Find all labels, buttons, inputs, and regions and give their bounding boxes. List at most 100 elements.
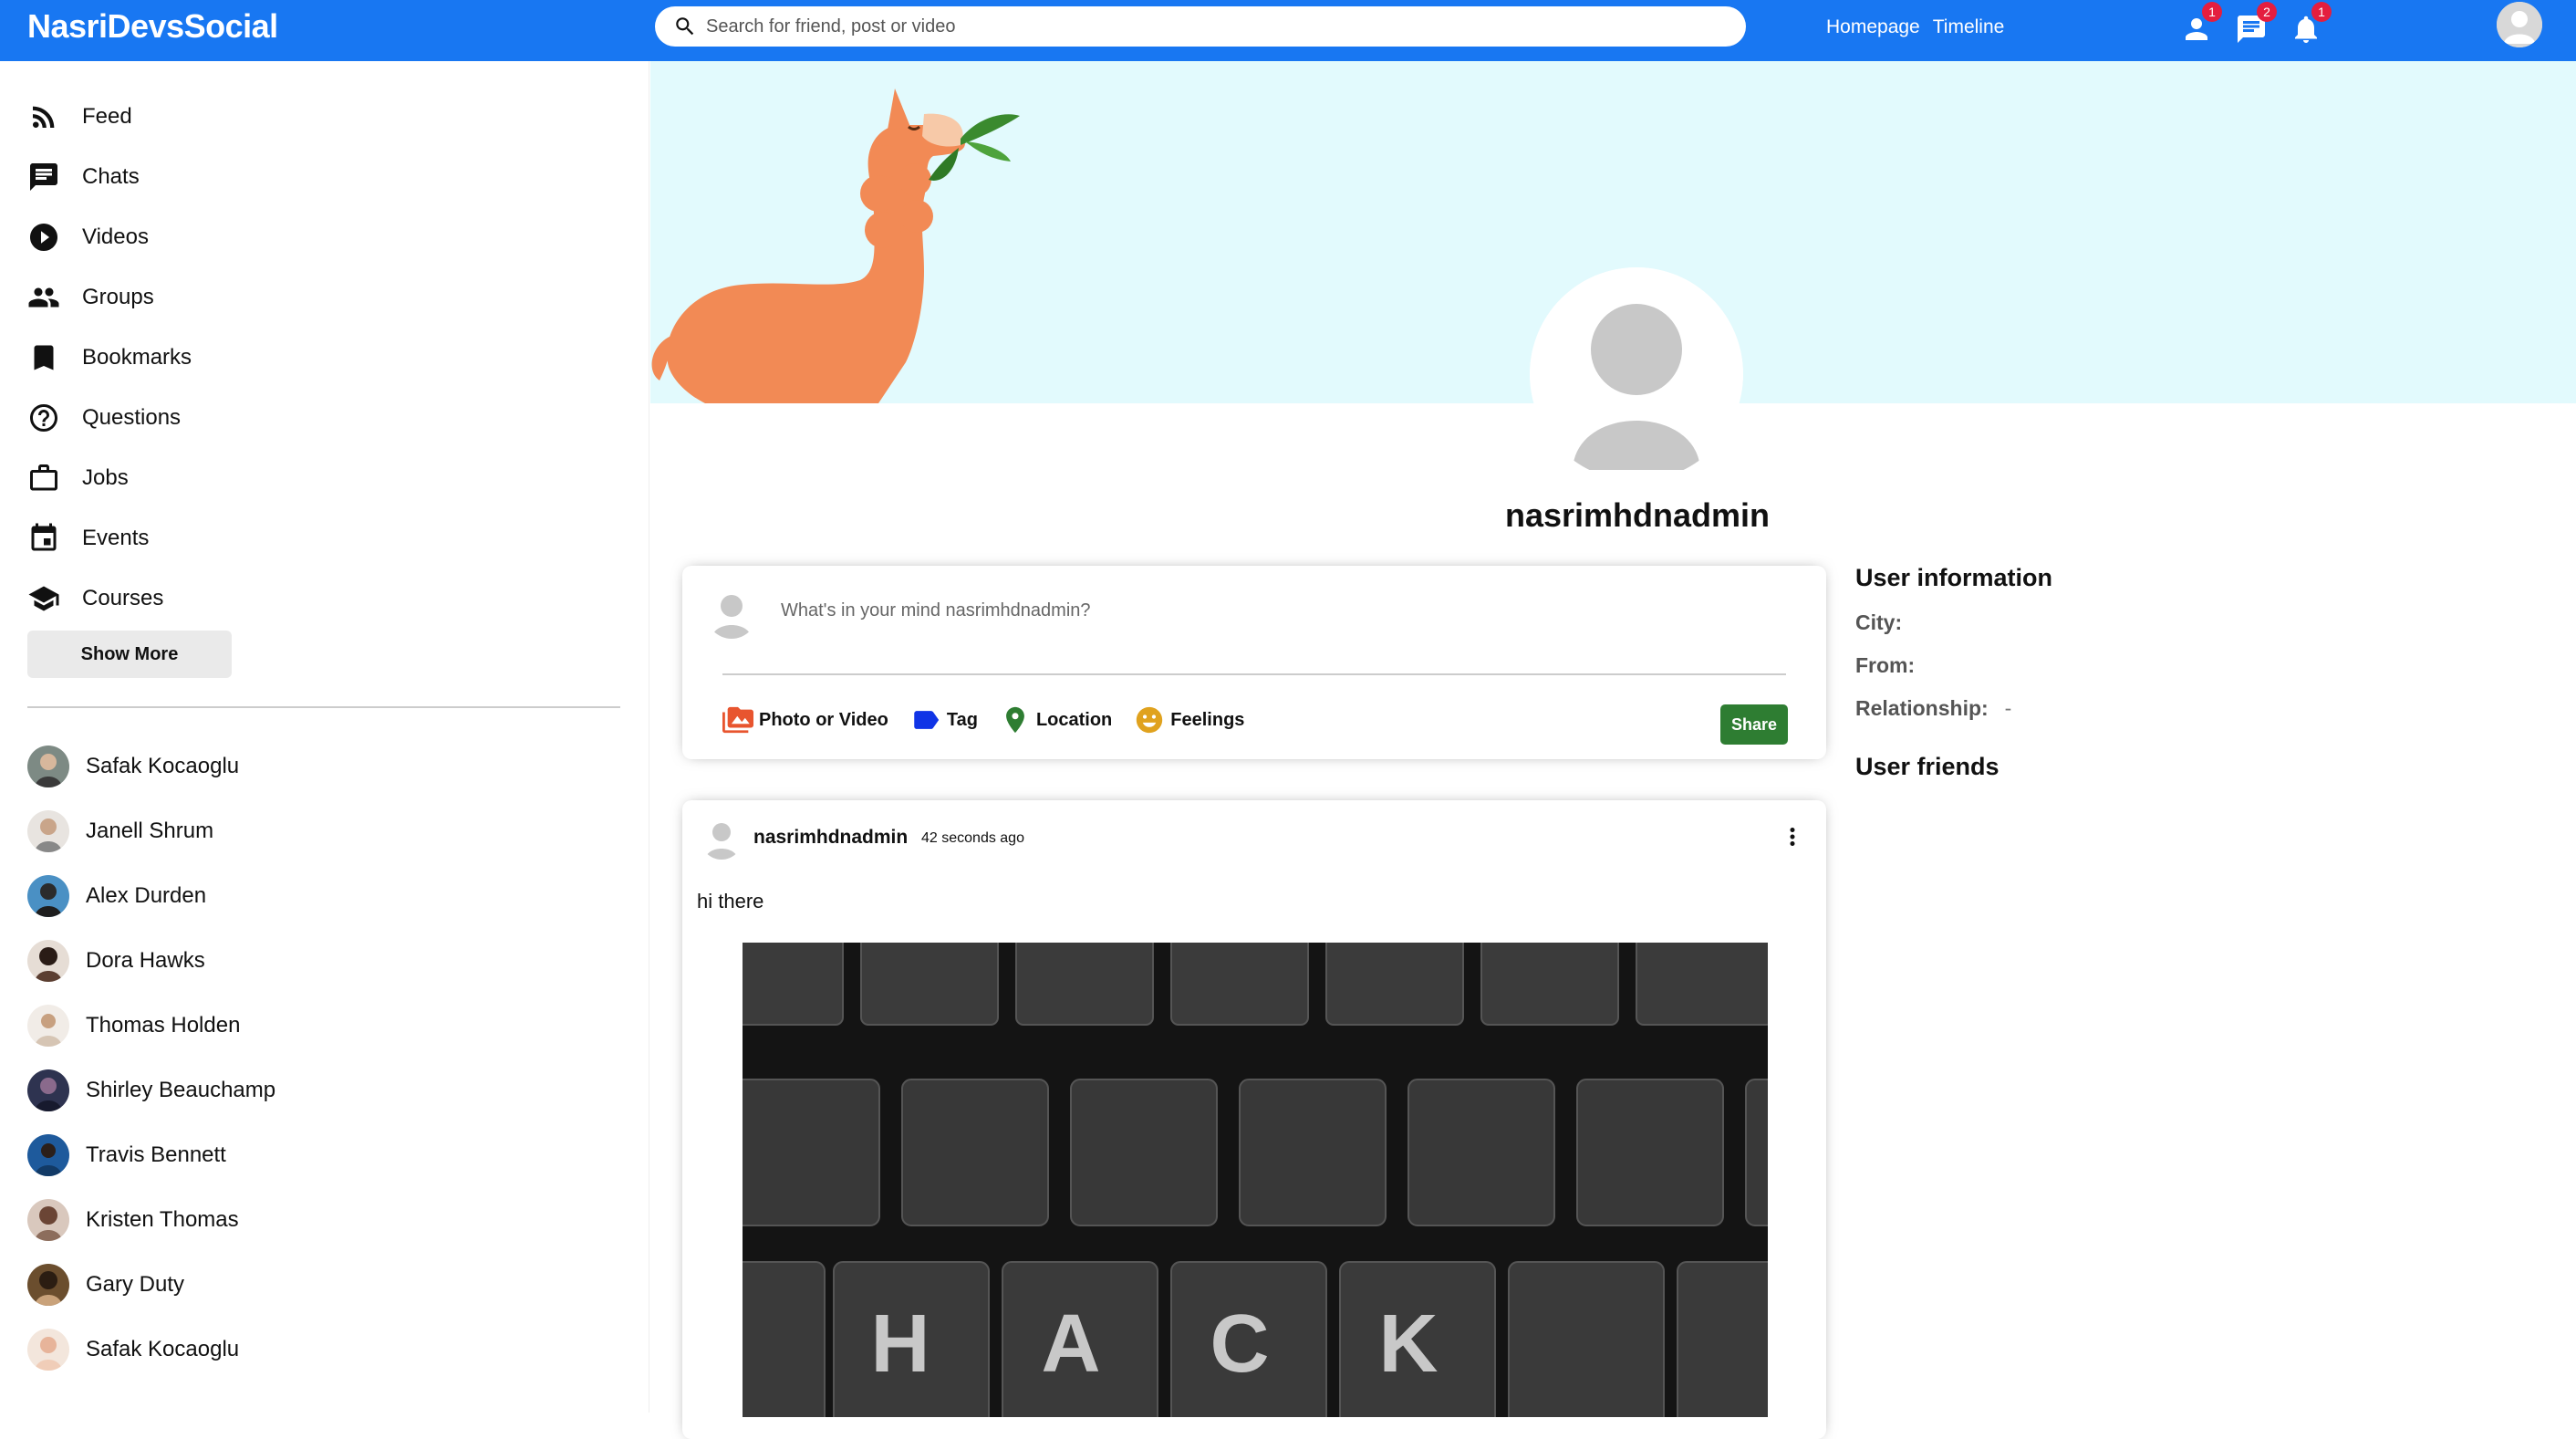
option-label: Location — [1035, 709, 1113, 730]
key-letter: A — [1042, 1298, 1101, 1390]
friend-name: Gary Duty — [86, 1271, 185, 1297]
post-card: nasrimhdnadmin 42 seconds ago hi there H… — [682, 800, 1826, 1439]
sidebar-item-label: Events — [82, 526, 150, 550]
notifications-button[interactable]: 1 — [2290, 2, 2332, 44]
friend-name: Alex Durden — [86, 882, 207, 908]
friend-item[interactable]: Safak Kocaoglu — [27, 1317, 275, 1382]
friend-avatar — [27, 1069, 69, 1111]
sidebar-item-feed[interactable]: Feed — [27, 87, 192, 147]
key-letter: K — [1379, 1298, 1439, 1390]
sidebar-item-label: Jobs — [82, 465, 129, 490]
share-input[interactable] — [781, 600, 1693, 621]
more-options-button[interactable] — [1779, 820, 1806, 853]
friend-name: Kristen Thomas — [86, 1206, 239, 1232]
keyboard-photo: H A C K — [743, 943, 1768, 1417]
share-card: Photo or Video Tag Location Feelings Sha… — [682, 566, 1826, 759]
avatar[interactable] — [2497, 2, 2542, 47]
sidebar-item-videos[interactable]: Videos — [27, 207, 192, 267]
chat-icon — [30, 163, 57, 191]
search-bar[interactable] — [655, 6, 1746, 47]
search-input[interactable] — [706, 16, 1709, 37]
top-bar: NasriDevsSocial Homepage Timeline 1 2 1 — [0, 0, 2576, 61]
logo[interactable]: NasriDevsSocial — [27, 7, 278, 46]
friend-avatar — [27, 1133, 69, 1176]
sidebar-item-courses[interactable]: Courses — [27, 568, 192, 629]
share-button[interactable]: Share — [1720, 704, 1788, 745]
info-key: Relationship: — [1855, 696, 1989, 720]
sidebar-item-label: Bookmarks — [82, 345, 192, 370]
friend-requests-button[interactable]: 1 — [2180, 2, 2222, 44]
friend-item[interactable]: Dora Hawks — [27, 928, 275, 993]
friend-name: Janell Shrum — [86, 818, 214, 843]
post-image: H A C K — [743, 943, 1768, 1417]
info-city: City: — [1855, 610, 2052, 635]
friend-name: Dora Hawks — [86, 947, 205, 973]
avatar[interactable] — [701, 818, 743, 860]
play-circle-icon — [30, 224, 57, 251]
sidebar-item-bookmarks[interactable]: Bookmarks — [27, 328, 192, 388]
event-icon — [31, 523, 57, 551]
info-value: - — [2004, 696, 2012, 720]
friend-avatar — [27, 745, 69, 787]
work-outline-icon — [30, 464, 57, 491]
search-icon — [676, 17, 694, 36]
friend-item[interactable]: Thomas Holden — [27, 993, 275, 1058]
tag-option[interactable]: Tag — [910, 704, 978, 735]
emoji-emotions-icon — [1137, 706, 1163, 734]
friend-item[interactable]: Alex Durden — [27, 863, 275, 928]
info-key: From: — [1855, 653, 1916, 677]
friend-avatar — [27, 939, 69, 982]
friend-item[interactable]: Gary Duty — [27, 1252, 275, 1317]
perm-media-icon — [722, 706, 753, 734]
friend-item[interactable]: Janell Shrum — [27, 798, 275, 863]
sidebar-item-questions[interactable]: Questions — [27, 388, 192, 448]
option-label: Photo or Video — [759, 709, 888, 730]
option-label: Tag — [946, 709, 978, 730]
info-from: From: — [1855, 653, 2052, 678]
friend-avatar — [27, 1198, 69, 1241]
rss-feed-icon — [33, 106, 55, 128]
friend-avatar — [27, 874, 69, 917]
option-label: Feelings — [1170, 709, 1245, 730]
friend-item[interactable]: Travis Bennett — [27, 1122, 275, 1187]
default-avatar-icon — [2497, 2, 2542, 47]
homepage-link[interactable]: Homepage — [1826, 16, 1920, 38]
sidebar-item-jobs[interactable]: Jobs — [27, 448, 192, 508]
post-author[interactable]: nasrimhdnadmin — [753, 827, 908, 849]
sidebar-item-groups[interactable]: Groups — [27, 267, 192, 328]
sidebar-item-label: Groups — [82, 285, 154, 309]
friend-avatar — [27, 809, 69, 852]
chats-button[interactable]: 2 — [2235, 2, 2277, 44]
info-relationship: Relationship: - — [1855, 696, 2052, 721]
chats-badge: 2 — [2257, 2, 2277, 22]
bookmark-icon — [34, 345, 54, 370]
friend-avatar — [27, 1263, 69, 1306]
profile-username: nasrimhdnadmin — [1504, 496, 1771, 534]
show-more-button[interactable]: Show More — [27, 631, 232, 678]
friend-avatar — [27, 1004, 69, 1047]
sidebar-item-chats[interactable]: Chats — [27, 147, 192, 207]
photo-or-video-option[interactable]: Photo or Video — [722, 704, 888, 735]
friend-list: Safak Kocaoglu Janell Shrum Alex Durden … — [27, 734, 275, 1382]
sidebar-item-label: Questions — [82, 405, 182, 430]
label-icon — [914, 711, 940, 729]
feelings-option[interactable]: Feelings — [1134, 704, 1244, 735]
sidebar-item-label: Chats — [82, 164, 140, 189]
friend-name: Safak Kocaoglu — [86, 753, 240, 778]
sidebar-item-label: Videos — [82, 224, 149, 249]
friend-item[interactable]: Safak Kocaoglu — [27, 734, 275, 798]
sidebar-item-events[interactable]: Events — [27, 508, 192, 568]
timeline-link[interactable]: Timeline — [1933, 16, 2005, 38]
profile-picture[interactable] — [1530, 267, 1743, 481]
group-icon — [28, 287, 59, 308]
info-key: City: — [1855, 610, 1903, 634]
help-outline-icon — [30, 404, 57, 432]
post-text: hi there — [697, 890, 764, 912]
key-letter: H — [871, 1298, 930, 1390]
friend-item[interactable]: Kristen Thomas — [27, 1187, 275, 1252]
friend-name: Safak Kocaoglu — [86, 1336, 240, 1361]
friend-item[interactable]: Shirley Beauchamp — [27, 1058, 275, 1122]
llama-illustration — [651, 89, 1020, 403]
location-option[interactable]: Location — [1000, 704, 1112, 735]
more-vert-icon — [1790, 828, 1795, 846]
